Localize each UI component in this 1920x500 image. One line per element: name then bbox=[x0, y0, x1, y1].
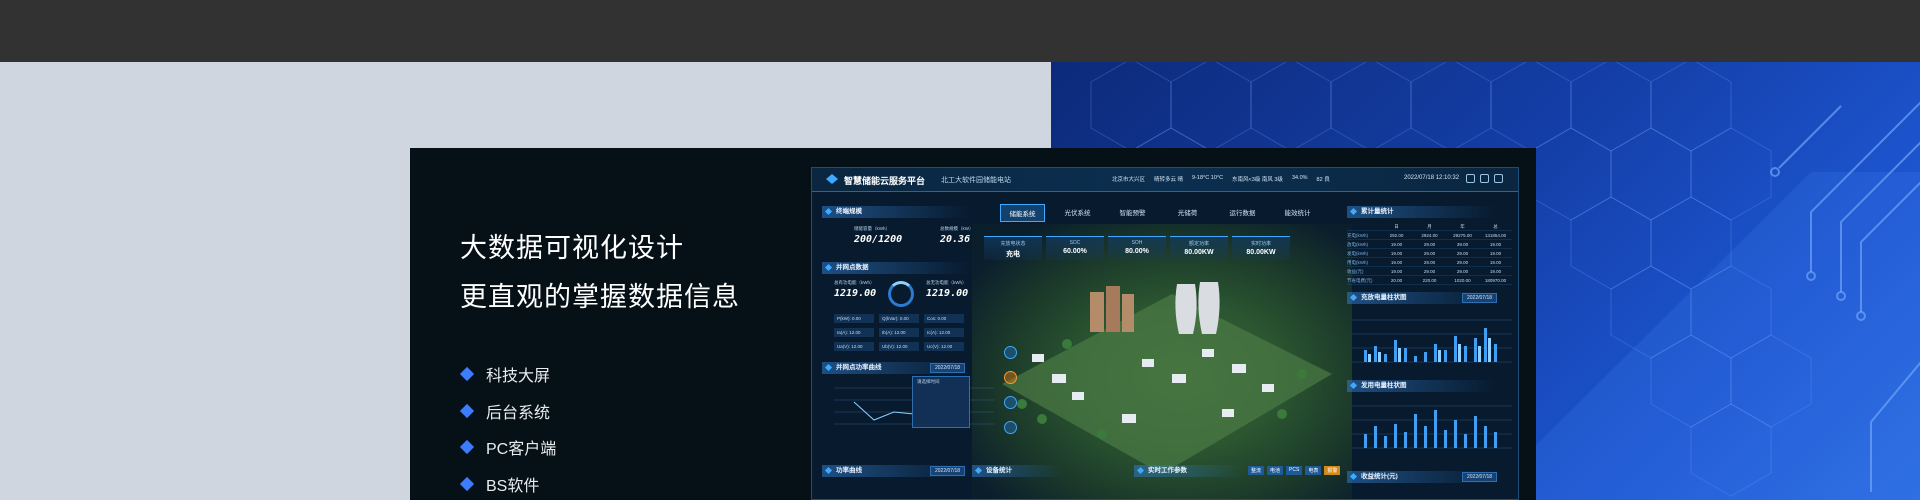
bell-icon[interactable] bbox=[1466, 174, 1475, 183]
panel-title-terminal: 终端规模 bbox=[822, 206, 972, 218]
scene-illustration bbox=[1002, 282, 1332, 474]
date-picker[interactable]: 2022/07/18 bbox=[930, 363, 966, 373]
panel-title-cumulative: 累计量统计 bbox=[1347, 206, 1497, 218]
table-row: 放电(kWh) 19.00 29.00 39.00 19.00 bbox=[1347, 240, 1512, 249]
gauge-icon bbox=[888, 281, 914, 307]
kpi-card: 充放电状态 充电 bbox=[984, 236, 1042, 260]
cumulative-table: 日 月 年 总 充电(kWh) 292.00 2924.00 29275.00 1318… bbox=[1347, 222, 1512, 285]
headline-line-1: 大数据可视化设计 bbox=[460, 233, 684, 263]
kpi-card: SOH 80.00% bbox=[1108, 236, 1166, 260]
dashboard-screenshot: 智慧储能云服务平台 北工大软件园储能电站 北京市大兴区 晴转多云 晴 9-18°… bbox=[811, 167, 1519, 500]
main-nav: 储能系统 光伏系统 智能预警 光储荷 运行数据 能效统计 bbox=[1000, 204, 1320, 222]
user-icon[interactable] bbox=[1494, 174, 1503, 183]
charge-bar-chart bbox=[1352, 319, 1512, 363]
tab-efficiency[interactable]: 能效统计 bbox=[1275, 204, 1320, 222]
tab-pv-storage[interactable]: 光储荷 bbox=[1165, 204, 1210, 222]
kpi-row: 充放电状态 充电 SOC 60.00% SOH 80.00% 额定功率 80.00KW … bbox=[984, 236, 1290, 260]
date-picker-popup[interactable]: 请选择时间 bbox=[912, 376, 970, 428]
table-row: 用电(kWh) 19.00 29.00 29.00 19.00 bbox=[1347, 258, 1512, 267]
top-bar bbox=[0, 0, 1920, 62]
diamond-bullet-icon bbox=[459, 403, 475, 419]
table-row: 发电(kWh) 19.00 29.00 29.00 19.00 bbox=[1347, 249, 1512, 258]
panel-title-grid: 并网点数据 bbox=[822, 262, 972, 274]
header-icons bbox=[1466, 174, 1503, 183]
device-icon[interactable] bbox=[1004, 396, 1017, 409]
datetime: 2022/07/18 12:10:32 bbox=[1404, 175, 1460, 181]
logo-icon bbox=[826, 174, 838, 184]
scene-side-icons bbox=[1004, 346, 1017, 434]
city-3d-scene bbox=[972, 224, 1352, 499]
panel-title-gen-bar: 发用电量柱状图 bbox=[1347, 380, 1497, 392]
capacity-value: 200/1200 bbox=[854, 234, 903, 245]
kpi-card: 实时功率 80.00KW bbox=[1232, 236, 1290, 260]
tab-pv[interactable]: 光伏系统 bbox=[1055, 204, 1100, 222]
grid-mini-row: Ia(A): 12.00 Ib(A): 12.00 Ic(A): 12.00 bbox=[834, 328, 964, 337]
date-picker[interactable]: 2022/07/18 bbox=[1462, 293, 1498, 303]
dashboard-subtitle: 北工大软件园储能电站 bbox=[941, 177, 1011, 184]
grid-mini-row: Ua(V): 12.00 Ub(V): 12.00 Uc(V): 12.00 bbox=[834, 342, 964, 351]
grid-icon[interactable] bbox=[1004, 421, 1017, 434]
table-row: 收益(元) 19.00 29.00 29.00 19.00 bbox=[1347, 267, 1512, 276]
kpi-card: SOC 60.00% bbox=[1046, 236, 1104, 260]
table-header: 日 月 年 总 bbox=[1347, 222, 1512, 231]
headline-line-2: 更直观的掌握数据信息 bbox=[460, 282, 740, 312]
gen-bar-chart bbox=[1352, 405, 1512, 449]
date-picker[interactable]: 2022/07/18 bbox=[1462, 472, 1498, 482]
date-picker[interactable]: 2022/07/18 bbox=[930, 466, 966, 476]
tab-runtime[interactable]: 运行数据 bbox=[1220, 204, 1265, 222]
count-value: 20.36 bbox=[940, 234, 971, 245]
dashboard-header: 智慧储能云服务平台 北工大软件园储能电站 北京市大兴区 晴转多云 晴 9-18°… bbox=[812, 168, 1518, 192]
table-row: 充电(kWh) 292.00 2924.00 29275.00 131854.00 bbox=[1347, 231, 1512, 240]
feature-item: PC客户端 bbox=[459, 435, 556, 459]
table-row: 节省电费(元) 20.00 220.00 1020.00 180970.00 bbox=[1347, 276, 1512, 285]
message-icon[interactable] bbox=[1480, 174, 1489, 183]
weather-info: 北京市大兴区 晴转多云 晴 9-18°C 10°C 东南风<3级 南风 3级 3… bbox=[1112, 175, 1330, 183]
feature-item: BS软件 bbox=[459, 472, 539, 496]
kpi-card: 额定功率 80.00KW bbox=[1170, 236, 1228, 260]
diamond-bullet-icon bbox=[459, 476, 475, 492]
alert-icon[interactable] bbox=[1004, 371, 1017, 384]
panel-title-device: 设备统计 bbox=[972, 465, 1062, 477]
tab-warning[interactable]: 智能预警 bbox=[1110, 204, 1155, 222]
realtime-tabs: 整流 电池 PCS 电表 报警 bbox=[1248, 466, 1341, 475]
location-icon[interactable] bbox=[1004, 346, 1017, 359]
diamond-bullet-icon bbox=[459, 366, 475, 382]
dashboard-title: 智慧储能云服务平台 bbox=[844, 176, 926, 186]
tab-storage[interactable]: 储能系统 bbox=[1000, 204, 1045, 222]
diamond-bullet-icon bbox=[459, 439, 475, 455]
feature-item: 科技大屏 bbox=[459, 362, 550, 386]
grid-mini-row: P(kW): 0.00 Q(kVar): 0.00 Cos: 0.00 bbox=[834, 314, 964, 323]
panel-title-realtime: 实时工作参数 bbox=[1134, 465, 1244, 477]
feature-item: 后台系统 bbox=[459, 399, 550, 423]
